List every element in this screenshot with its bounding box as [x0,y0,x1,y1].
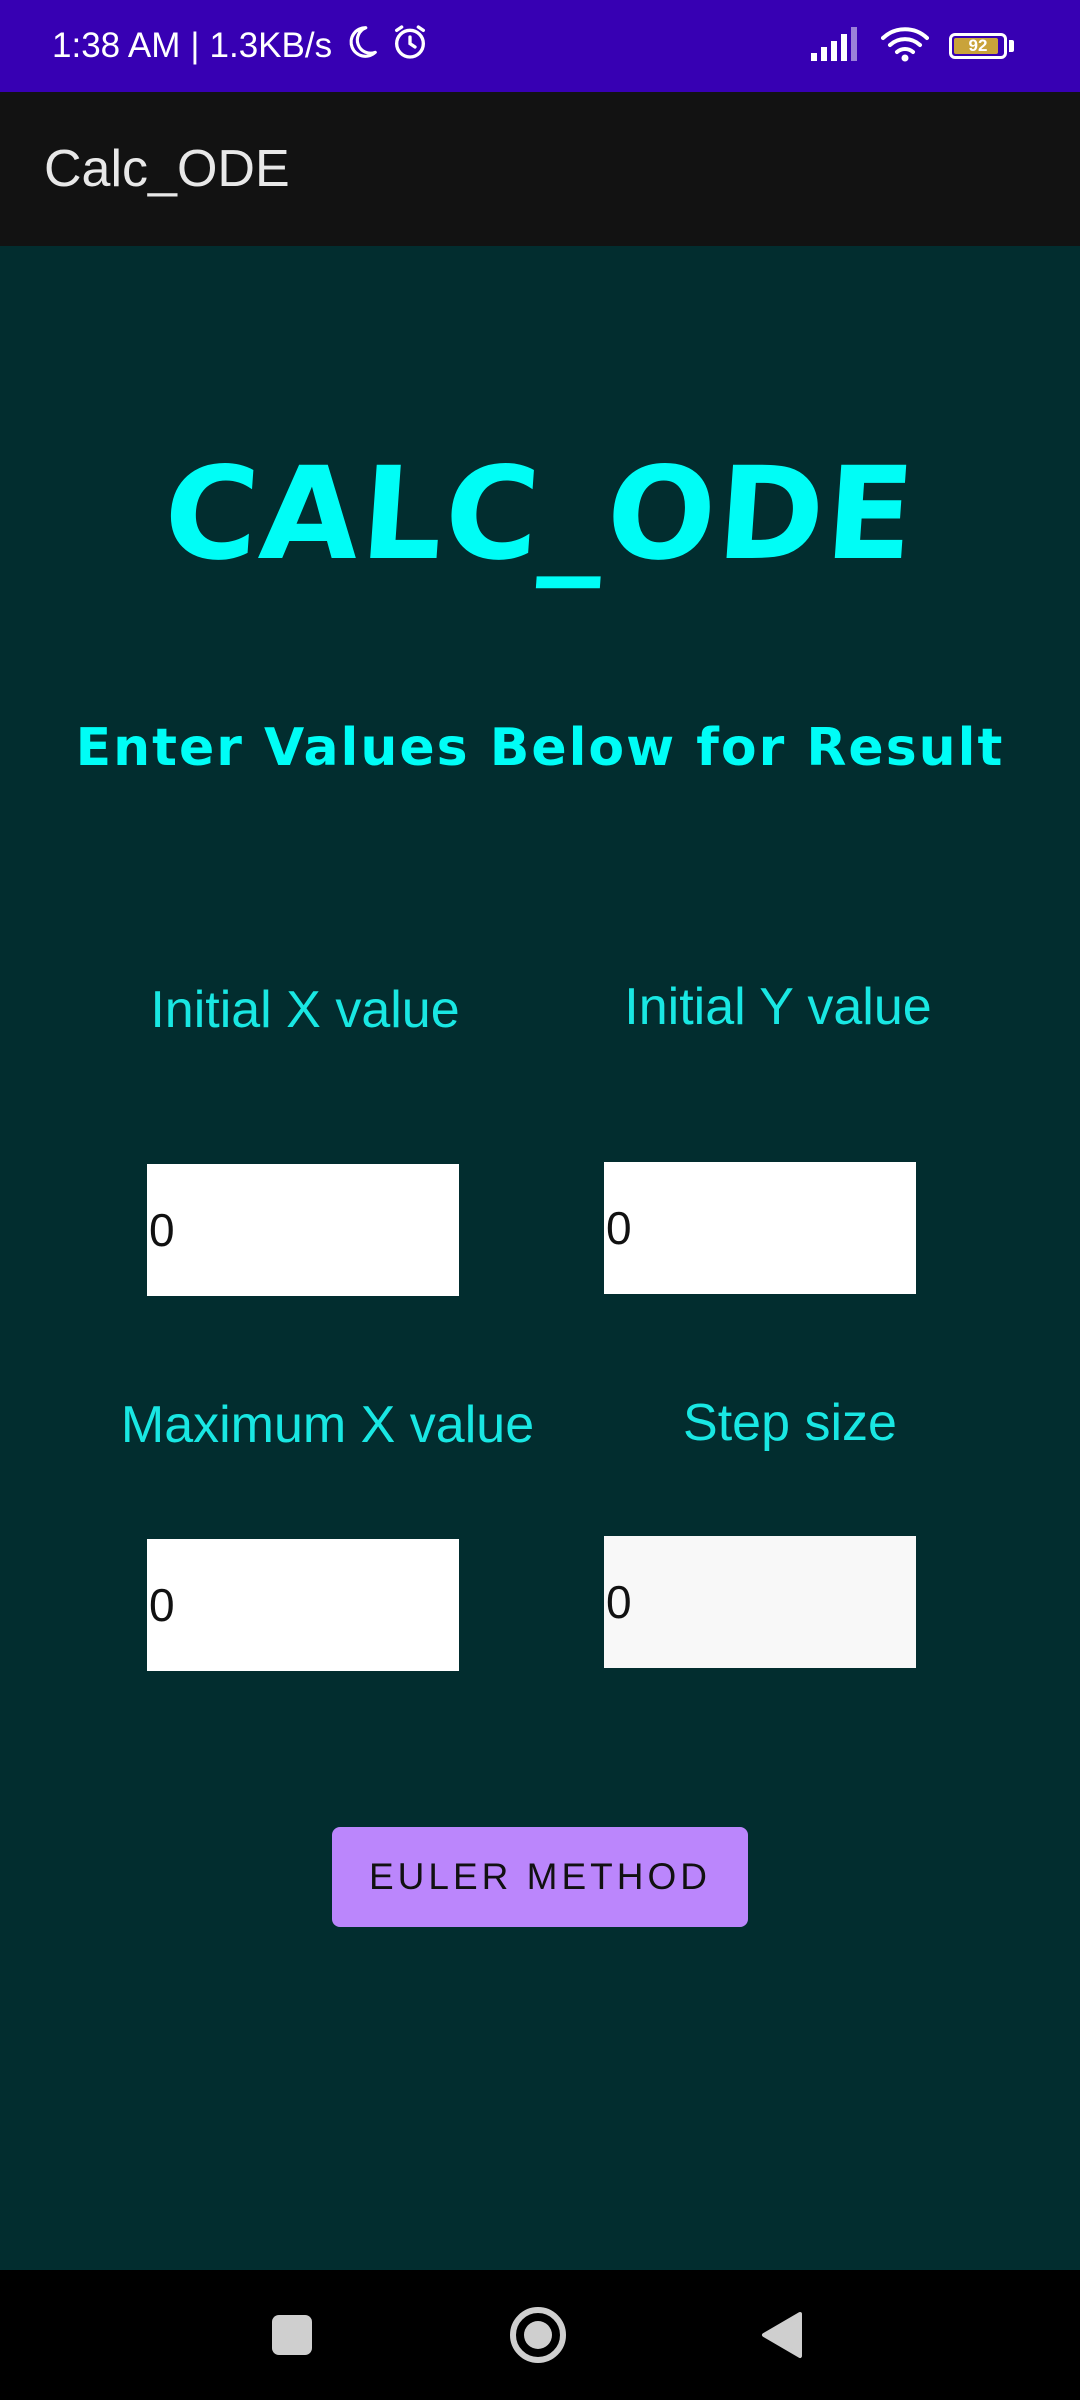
home-button[interactable] [498,2270,578,2400]
max-x-input[interactable] [147,1539,459,1671]
battery-level: 92 [968,36,988,55]
recents-button[interactable] [252,2270,332,2400]
navigation-bar [0,2270,1080,2400]
instruction-heading: Enter Values Below for Result [75,718,1005,778]
battery-indicator: 92 [949,33,1014,59]
alarm-icon [390,22,430,71]
app-title: Calc_ODE [44,140,290,198]
app-logo: CALC_ODE [159,440,921,589]
status-right: 92 [811,0,1014,92]
square-icon [272,2315,312,2355]
circle-icon [510,2307,566,2363]
step-size-label: Step size [683,1394,897,1452]
step-size-input[interactable] [604,1536,916,1668]
battery-tip [1009,40,1014,52]
wifi-icon [881,26,929,67]
max-x-label: Maximum X value [120,1396,535,1454]
initial-x-input[interactable] [147,1164,459,1296]
euler-method-button[interactable]: EULER METHOD [332,1827,748,1927]
back-button[interactable] [742,2270,822,2400]
status-left: 1:38 AM | 1.3KB/s [52,0,430,92]
initial-y-input[interactable] [604,1162,916,1294]
status-time: 1:38 AM [52,26,181,65]
status-bar: 1:38 AM | 1.3KB/s 92 [0,0,1080,92]
battery-icon: 92 [949,33,1007,59]
moon-icon [342,23,380,70]
initial-y-label: Initial Y value [624,978,932,1036]
triangle-back-icon [762,2312,802,2358]
signal-icon [811,26,861,66]
status-separator: | [190,26,200,65]
app-bar: Calc_ODE [0,92,1080,246]
status-network-speed: 1.3KB/s [209,26,333,65]
initial-x-label: Initial X value [150,981,460,1039]
